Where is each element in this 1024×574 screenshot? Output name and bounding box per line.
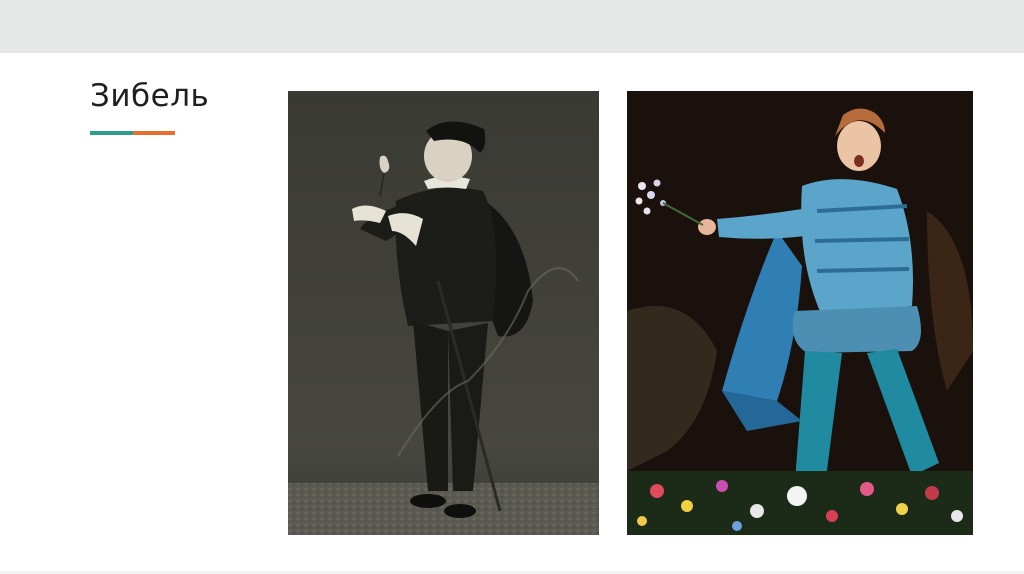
top-header-band [0, 0, 1024, 53]
underline-orange-segment [133, 131, 175, 135]
left-photo [288, 91, 599, 535]
left-photo-image [288, 121, 599, 535]
title-underline [90, 131, 175, 135]
slide-title: Зибель [90, 78, 210, 114]
right-photo-image [627, 91, 973, 535]
underline-teal-segment [90, 131, 133, 135]
right-photo [627, 91, 973, 535]
